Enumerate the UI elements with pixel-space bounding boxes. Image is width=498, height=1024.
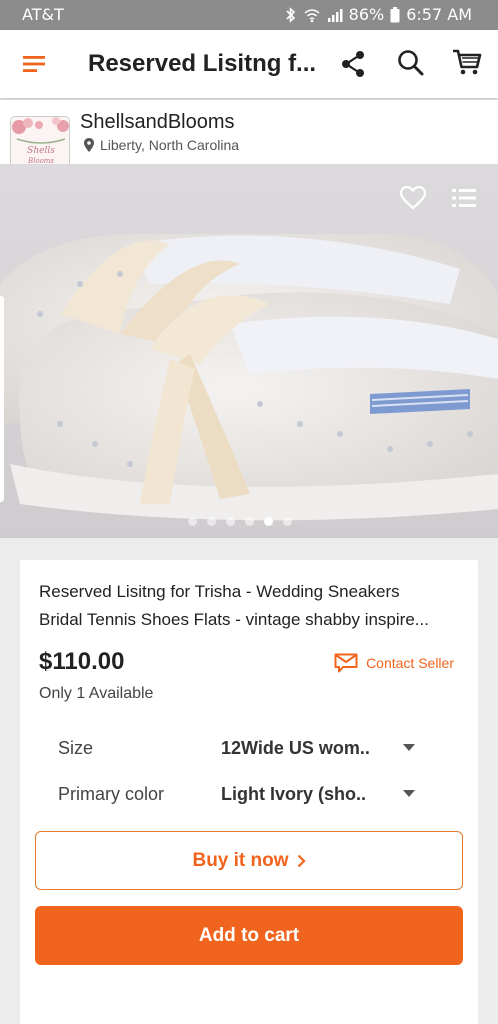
signal-icon [327,8,343,22]
listing-title: Reserved Lisitng for Trisha - Wedding Sn… [39,578,459,634]
listing-price: $110.00 [39,648,125,675]
size-select[interactable]: Size 12Wide US wom.. [58,734,458,764]
chevron-down-icon[interactable] [403,790,415,797]
cart-icon[interactable] [452,47,482,77]
status-icons: 86% 6:57 AM [285,5,472,24]
wifi-icon [304,8,320,22]
carousel-dot-active[interactable] [264,517,273,526]
chevron-right-icon [297,854,306,867]
carousel-dot[interactable] [226,517,235,526]
add-to-list-icon[interactable] [452,188,476,208]
listing-details-card: Reserved Lisitng for Trisha - Wedding Sn… [20,560,478,1010]
favorite-heart-icon[interactable] [400,186,426,210]
size-value[interactable]: 12Wide US wom.. [221,738,386,759]
page-title: Reserved Lisitng f... [88,50,317,77]
contact-seller-label[interactable]: Contact Seller [366,655,454,671]
app-bar: Reserved Lisitng f... [0,30,498,98]
clock: 6:57 AM [406,5,472,24]
primary-color-label: Primary color [58,784,165,804]
carousel-dots[interactable] [188,517,292,526]
hamburger-menu-icon[interactable] [22,52,46,76]
size-label: Size [58,738,94,758]
battery-percent: 86% [348,5,385,24]
contact-seller-link[interactable]: Contact Seller [334,653,454,673]
carousel-dot[interactable] [188,517,197,526]
listing-image-carousel[interactable] [0,164,498,538]
primary-color-select[interactable]: Primary color Light Ivory (sho.. [58,780,458,810]
chevron-down-icon[interactable] [403,744,415,751]
carousel-dot[interactable] [245,517,254,526]
search-icon[interactable] [397,49,425,77]
primary-color-value[interactable]: Light Ivory (sho.. [221,784,386,805]
listing-photo [0,164,498,538]
shop-header[interactable]: Shells Blooms ShellsandBlooms Liberty, N… [0,100,498,176]
carousel-peek-edge [0,296,4,502]
carousel-dot[interactable] [283,517,292,526]
mail-icon [334,653,358,673]
shop-name[interactable]: ShellsandBlooms [80,111,235,134]
add-to-cart-button[interactable]: Add to cart [35,906,463,965]
listing-title-line-1: Reserved Lisitng for Trisha - Wedding Sn… [39,582,400,601]
next-section-card [20,1002,478,1024]
location-pin-icon [84,138,94,152]
status-bar: AT&T 86% 6:57 AM [0,0,498,30]
carrier-label: AT&T [22,5,64,24]
add-to-cart-label: Add to cart [198,924,300,946]
listing-title-line-2: Bridal Tennis Shoes Flats - vintage shab… [39,610,429,629]
availability-text: Only 1 Available [39,685,154,702]
battery-icon [390,6,400,22]
shop-location-text: Liberty, North Carolina [100,137,240,153]
svg-text:Shells: Shells [27,146,55,156]
share-icon[interactable] [340,50,366,78]
carousel-dot[interactable] [207,517,216,526]
shop-location: Liberty, North Carolina [84,137,239,153]
bluetooth-icon [286,6,295,23]
buy-it-now-button[interactable]: Buy it now [35,831,463,890]
buy-it-now-label: Buy it now [192,849,289,871]
